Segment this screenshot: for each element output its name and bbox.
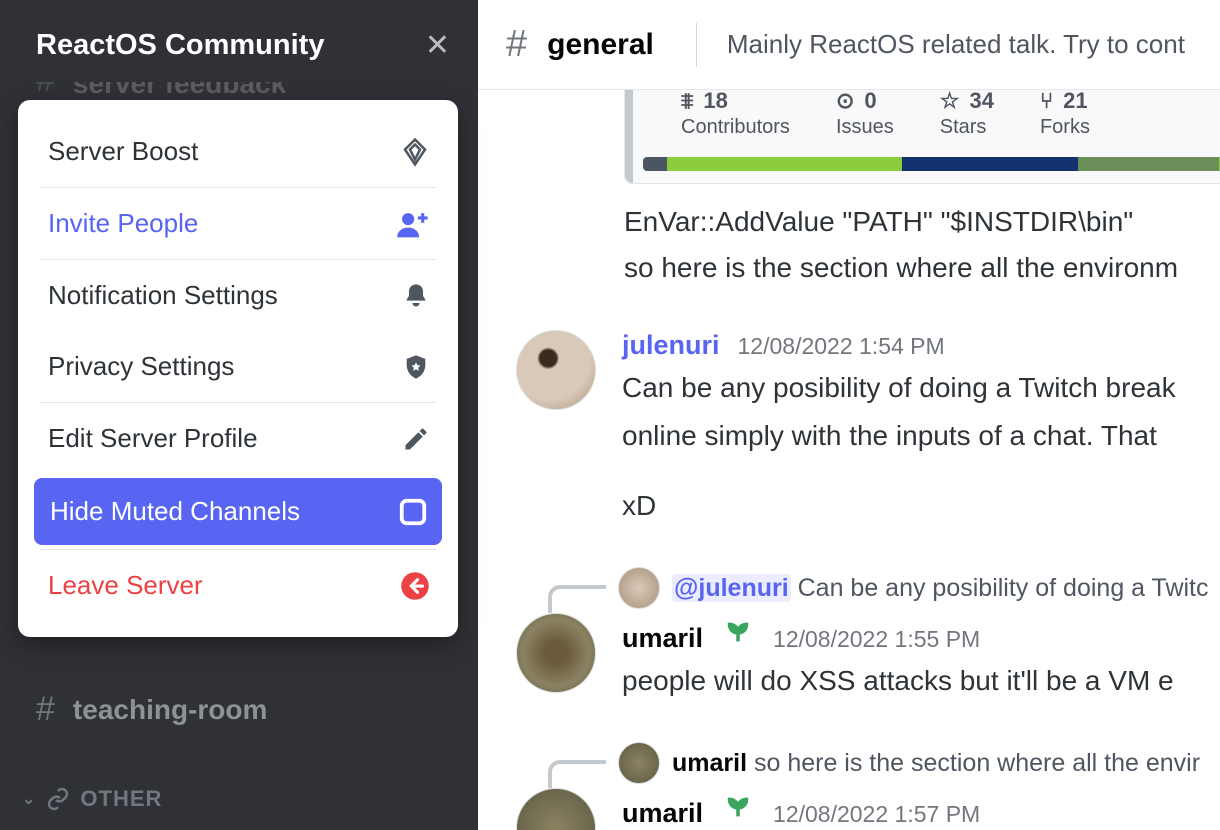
invite-person-icon xyxy=(396,209,430,239)
avatar[interactable] xyxy=(516,788,596,830)
channel-server-feedback[interactable]: # server feedback xyxy=(0,82,478,100)
menu-label: Notification Settings xyxy=(48,280,278,311)
checkbox-icon xyxy=(398,497,428,527)
pencil-icon xyxy=(402,425,430,453)
divider xyxy=(696,23,697,67)
reply-indicator[interactable]: @julenuri Can be any posibility of doing… xyxy=(548,567,1220,609)
server-dropdown-menu: Server Boost Invite People Notification … xyxy=(18,100,458,637)
channel-header: # general Mainly ReactOS related talk. T… xyxy=(478,0,1220,90)
chevron-down-icon: ⌄ xyxy=(22,789,36,809)
fork-icon: ⑂ xyxy=(1040,90,1053,114)
sidebar: ReactOS Community ✕ # server feedback Se… xyxy=(0,0,478,830)
message-text: online simply with the inputs of a chat.… xyxy=(622,415,1220,457)
repo-stats: ⩨ 18 Contributors ⊙ 0 Issues ☆ 34 Stars ⑂ 21… xyxy=(625,90,1220,157)
boost-icon xyxy=(400,137,430,167)
embed-accent xyxy=(625,90,633,183)
channel-label: teaching-room xyxy=(73,694,267,726)
seedling-icon xyxy=(721,613,755,647)
leave-arrow-icon xyxy=(400,571,430,601)
avatar[interactable] xyxy=(516,330,596,410)
stat-value: 18 xyxy=(703,90,727,114)
menu-leave-server[interactable]: Leave Server xyxy=(18,550,458,621)
reply-spine xyxy=(548,760,606,788)
menu-server-boost[interactable]: Server Boost xyxy=(18,116,458,187)
menu-label: Hide Muted Channels xyxy=(50,496,300,527)
message: umaril 12/08/2022 1:55 PM people will do… xyxy=(516,613,1220,702)
close-icon[interactable]: ✕ xyxy=(425,28,450,63)
menu-privacy-settings[interactable]: Privacy Settings xyxy=(18,331,458,402)
stat-label: Issues xyxy=(836,116,894,139)
menu-label: Privacy Settings xyxy=(48,351,234,382)
star-icon: ☆ xyxy=(940,90,960,114)
reply-preview: @julenuri Can be any posibility of doing… xyxy=(672,574,1209,603)
message-text: Can be any posibility of doing a Twitch … xyxy=(622,367,1220,409)
hash-icon: # xyxy=(36,82,55,100)
message-author[interactable]: umaril xyxy=(622,623,703,654)
message: julenuri 12/08/2022 1:54 PM Can be any p… xyxy=(516,330,1220,527)
message-text: people will do XSS attacks but it'll be … xyxy=(622,660,1220,702)
bell-icon xyxy=(402,281,430,311)
main: # general Mainly ReactOS related talk. T… xyxy=(478,0,1220,830)
menu-invite-people[interactable]: Invite People xyxy=(18,188,458,259)
message-timestamp: 12/08/2022 1:57 PM xyxy=(773,801,980,828)
message-timestamp: 12/08/2022 1:55 PM xyxy=(773,626,980,653)
hash-icon: # xyxy=(506,23,527,66)
message-list[interactable]: ⩨ 18 Contributors ⊙ 0 Issues ☆ 34 Stars ⑂ 21… xyxy=(478,90,1220,830)
menu-hide-muted-channels[interactable]: Hide Muted Channels xyxy=(34,478,442,545)
avatar[interactable] xyxy=(516,613,596,693)
stat-label: Stars xyxy=(940,116,994,139)
menu-label: Invite People xyxy=(48,208,198,239)
server-name[interactable]: ReactOS Community xyxy=(36,29,324,62)
message-text: EnVar::AddValue "PATH" "$INSTDIR\bin" xyxy=(624,206,1220,238)
stat-stars: ☆ 34 Stars xyxy=(940,90,994,139)
stat-value: 0 xyxy=(864,90,876,114)
message: umaril 12/08/2022 1:57 PM xyxy=(516,788,1220,830)
shield-icon xyxy=(402,352,430,382)
menu-label: Leave Server xyxy=(48,570,203,601)
stat-label: Forks xyxy=(1040,116,1090,139)
server-header: ReactOS Community ✕ xyxy=(0,0,478,90)
reply-avatar xyxy=(618,567,660,609)
message-text: xD xyxy=(622,485,1220,527)
section-other[interactable]: ⌄ OTHER xyxy=(0,786,478,812)
channel-label: server feedback xyxy=(73,82,286,100)
stat-label: Contributors xyxy=(681,116,790,139)
reply-preview: umaril so here is the section where all … xyxy=(672,749,1200,778)
seedling-icon xyxy=(721,788,755,822)
menu-label: Server Boost xyxy=(48,136,198,167)
channel-name[interactable]: general xyxy=(547,28,654,62)
message-text: so here is the section where all the env… xyxy=(624,252,1220,284)
issue-icon: ⊙ xyxy=(836,90,854,114)
hash-icon: # xyxy=(36,690,55,729)
channel-teaching-room[interactable]: # teaching-room xyxy=(0,690,478,729)
stat-issues: ⊙ 0 Issues xyxy=(836,90,894,139)
stat-value: 21 xyxy=(1063,90,1087,114)
stat-contributors: ⩨ 18 Contributors xyxy=(681,90,790,139)
section-label: OTHER xyxy=(80,786,162,812)
stat-forks: ⑂ 21 Forks xyxy=(1040,90,1090,139)
message-author[interactable]: umaril xyxy=(622,798,703,829)
menu-notification-settings[interactable]: Notification Settings xyxy=(18,260,458,331)
people-icon: ⩨ xyxy=(681,90,693,114)
stat-value: 34 xyxy=(969,90,993,114)
link-icon xyxy=(46,787,70,811)
mention[interactable]: @julenuri xyxy=(672,574,791,602)
reply-indicator[interactable]: umaril so here is the section where all … xyxy=(548,742,1220,784)
repo-embed[interactable]: ⩨ 18 Contributors ⊙ 0 Issues ☆ 34 Stars ⑂ 21… xyxy=(624,90,1220,184)
message-author[interactable]: julenuri xyxy=(622,330,720,361)
message-timestamp: 12/08/2022 1:54 PM xyxy=(738,333,945,360)
menu-label: Edit Server Profile xyxy=(48,423,258,454)
reply-spine xyxy=(548,585,606,613)
language-bar xyxy=(643,157,1220,171)
channel-topic[interactable]: Mainly ReactOS related talk. Try to cont xyxy=(727,29,1185,60)
reply-avatar xyxy=(618,742,660,784)
menu-edit-server-profile[interactable]: Edit Server Profile xyxy=(18,403,458,474)
